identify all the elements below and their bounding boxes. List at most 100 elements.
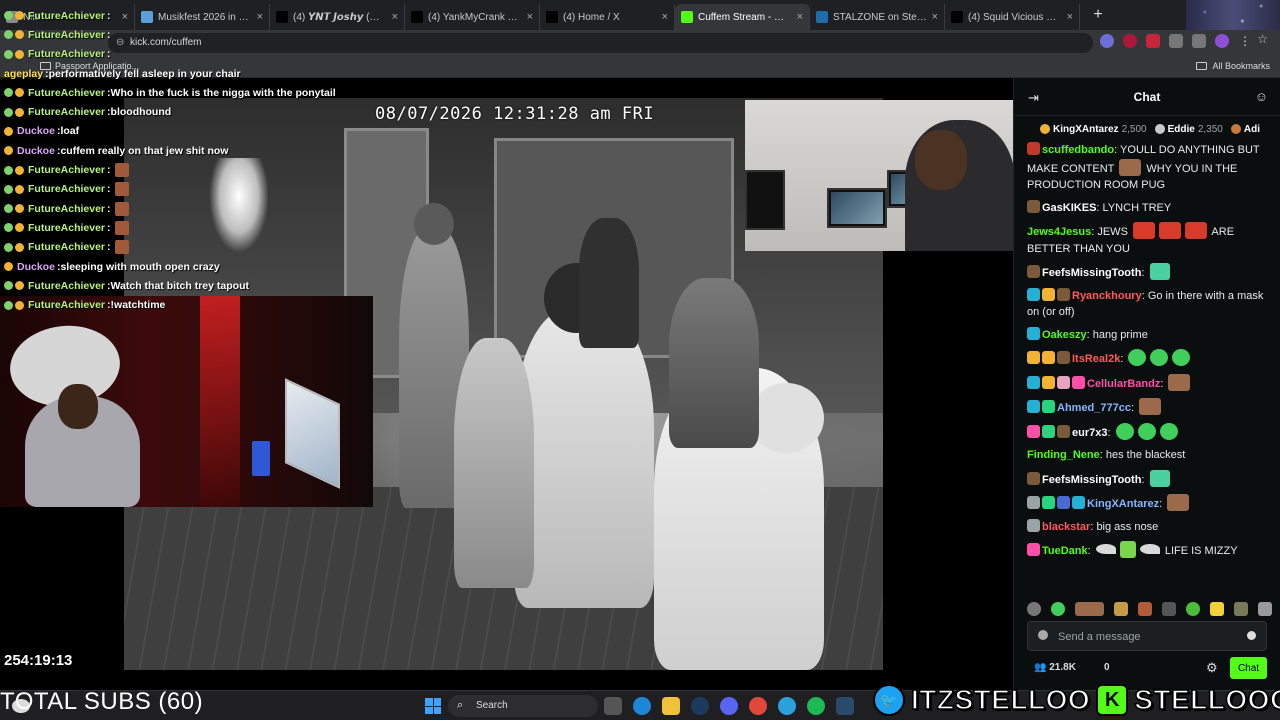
room-cup <box>252 441 270 476</box>
emote-icon[interactable] <box>1114 602 1129 616</box>
edge-icon[interactable] <box>633 697 651 715</box>
chat-username[interactable]: Ryanckhoury <box>1072 290 1142 302</box>
close-tab-icon[interactable]: × <box>392 11 398 23</box>
emote-icon[interactable] <box>1074 602 1105 616</box>
close-tab-icon[interactable]: × <box>797 11 803 23</box>
chat-identity-icon[interactable] <box>1038 630 1048 640</box>
steam-icon[interactable] <box>836 697 854 715</box>
all-bookmarks-button[interactable]: All Bookmarks <box>1196 61 1270 71</box>
overlay-chat-user: FutureAchiever <box>28 279 106 292</box>
overlay-chat-line: FutureAchiever : <box>0 45 380 64</box>
reading-list-icon[interactable] <box>1192 34 1206 48</box>
emote-icon[interactable] <box>1210 602 1225 616</box>
camera-person-head <box>749 383 824 453</box>
chat-username[interactable]: FeefsMissingTooth <box>1042 474 1141 486</box>
chatters-icon[interactable]: ☺ <box>1255 89 1268 104</box>
overlay-chat-separator: : <box>107 48 111 61</box>
chat-username[interactable]: Jews4Jesus <box>1027 226 1091 238</box>
emote-icon[interactable] <box>1162 602 1177 616</box>
leaderboard-entry[interactable]: KingXAntarez 2,500 <box>1040 120 1147 138</box>
extension-icon[interactable] <box>1146 34 1160 48</box>
start-button[interactable] <box>425 698 441 714</box>
chat-username[interactable]: CellularBandz <box>1087 378 1160 390</box>
browser-tab[interactable]: STALZONE on Steam × <box>810 4 945 30</box>
sub-badge-icon <box>4 30 13 40</box>
emote-icon <box>1149 263 1170 280</box>
emote-icon <box>1132 222 1155 239</box>
extension-icon[interactable] <box>1123 34 1137 48</box>
emote-icon <box>114 220 129 235</box>
send-chat-button[interactable]: Chat <box>1230 657 1267 679</box>
chat-username[interactable]: GasKIKES <box>1042 202 1096 214</box>
extension-icon[interactable] <box>1100 34 1114 48</box>
extension-icons: ⋮ <box>1100 34 1252 48</box>
chat-username[interactable]: TueDank <box>1042 545 1088 557</box>
chat-username[interactable]: scuffedbando <box>1042 144 1114 156</box>
browser-tab[interactable]: (4) Home / X × <box>540 4 675 30</box>
profile-avatar-icon[interactable] <box>1215 34 1229 48</box>
chat-username[interactable]: Oakeszy <box>1042 329 1087 341</box>
camera-person <box>454 338 534 588</box>
task-view-icon[interactable] <box>604 697 622 715</box>
emote-icon[interactable] <box>1138 602 1153 616</box>
chrome-icon[interactable] <box>749 697 767 715</box>
steam-icon[interactable] <box>691 697 709 715</box>
overlay-chat-user: FutureAchiever <box>28 221 106 234</box>
chat-username[interactable]: blackstar <box>1042 521 1090 533</box>
emote-icon[interactable] <box>1258 602 1273 616</box>
close-tab-icon[interactable]: × <box>932 11 938 23</box>
chat-username[interactable]: KingXAntarez <box>1087 498 1159 510</box>
chat-text: JEWS <box>1097 226 1131 238</box>
emote-icon[interactable] <box>1234 602 1249 616</box>
leaderboard-entry[interactable]: Eddie 2,350 <box>1154 120 1223 138</box>
emote-icon[interactable] <box>1186 602 1201 616</box>
folder-icon <box>1196 62 1208 70</box>
overlay-chat-line: FutureAchiever : <box>0 180 380 199</box>
browser-tab[interactable]: Cuffem Stream - Watch × <box>675 4 810 30</box>
gift-badge-icon <box>15 11 24 21</box>
chat-username[interactable]: eur7x3 <box>1072 427 1107 439</box>
sub-badge-icon <box>4 49 13 59</box>
chat-message: TueDank: LIFE IS MIZZY <box>1027 541 1270 560</box>
browser-tab[interactable]: (4) Squid Vicious MMA & × <box>945 4 1080 30</box>
chat-username[interactable]: Ahmed_777cc <box>1057 402 1131 414</box>
emote-icon[interactable] <box>1050 602 1065 616</box>
chat-separator: : <box>1120 353 1127 365</box>
browser-menu-icon[interactable]: ⋮ <box>1238 34 1252 48</box>
browser-tab[interactable]: (4) YankMyCrank on X: "L × <box>405 4 540 30</box>
chat-username[interactable]: Finding_Nene <box>1027 449 1100 461</box>
chat-badge-icon <box>1027 424 1040 438</box>
emote-icon <box>114 201 129 216</box>
close-tab-icon[interactable]: × <box>662 11 668 23</box>
overlay-chat-user: ageplay <box>4 67 44 80</box>
overlay-chat-text: cuffem really on that jew shit now <box>60 144 229 157</box>
chat-username[interactable]: ItsReal2k <box>1072 353 1120 365</box>
video-player[interactable]: 08/07/2026 12:31:28 am FRI FutureAchieve… <box>0 10 1013 690</box>
bookmark-star-icon[interactable]: ☆ <box>1257 32 1268 46</box>
file-explorer-icon[interactable] <box>662 697 680 715</box>
close-tab-icon[interactable]: × <box>1067 11 1073 23</box>
chat-message-input[interactable] <box>1058 628 1238 646</box>
overlay-chat-text: sleeping with mouth open crazy <box>60 260 220 273</box>
new-tab-button[interactable]: + <box>1086 5 1110 25</box>
emote-picker-icon[interactable] <box>1247 631 1256 640</box>
chat-username[interactable]: FeefsMissingTooth <box>1042 267 1141 279</box>
chat-settings-gear-icon[interactable]: ⚙ <box>1206 660 1218 676</box>
chat-badge-icon <box>1057 496 1070 509</box>
wing-emote-icon <box>1139 544 1160 554</box>
telegram-icon[interactable] <box>778 697 796 715</box>
chat-input-box[interactable] <box>1027 621 1267 651</box>
discord-icon[interactable] <box>720 697 738 715</box>
viewer-count-value: 21.8K <box>1049 662 1076 673</box>
taskbar-search[interactable]: ⌕ Search <box>448 695 598 717</box>
leaderboard-entry[interactable]: Adi <box>1230 120 1263 138</box>
emote-icon <box>1137 422 1156 440</box>
overlay-chat-text: !watchtime <box>110 299 166 312</box>
extensions-puzzle-icon[interactable] <box>1169 34 1183 48</box>
emote-icon[interactable] <box>1027 602 1041 616</box>
chat-separator: : <box>1141 267 1148 279</box>
chat-separator: : <box>1087 545 1094 557</box>
gift-badge-icon <box>15 281 24 291</box>
close-tab-icon[interactable]: × <box>527 11 533 23</box>
spotify-icon[interactable] <box>807 697 825 715</box>
